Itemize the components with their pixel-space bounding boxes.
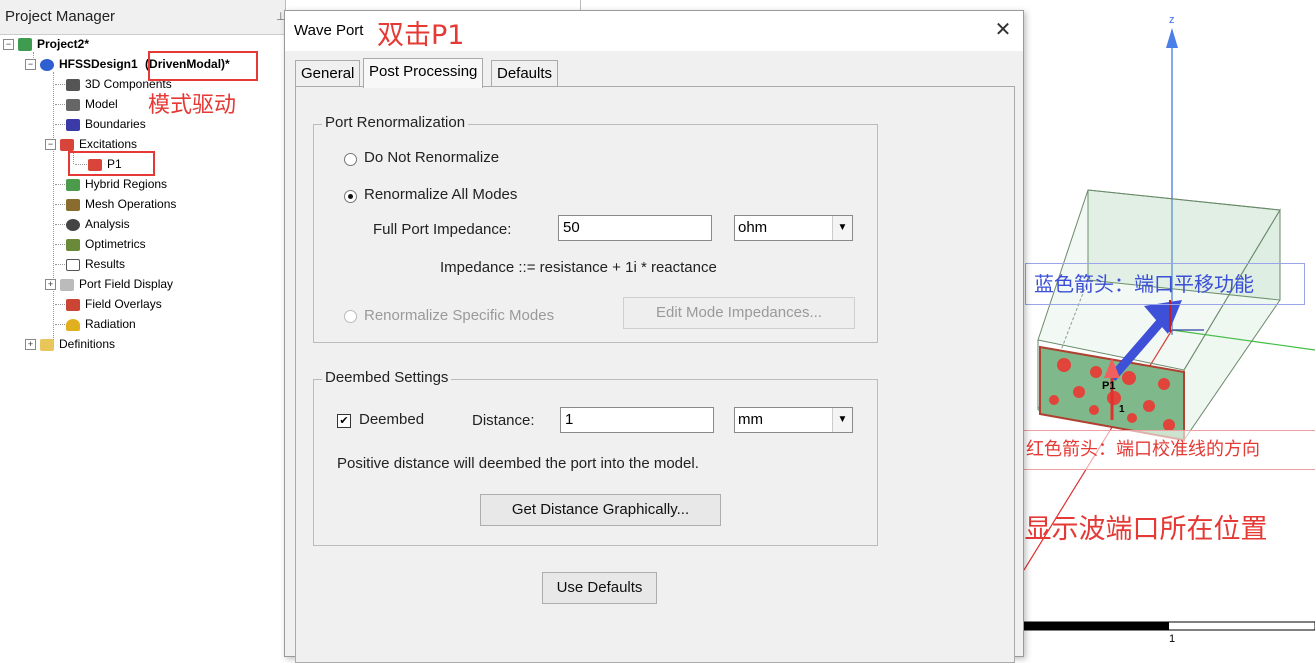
tree-item-analysis[interactable]: Analysis: [66, 214, 130, 234]
distance-unit-select[interactable]: mm ▼: [734, 407, 853, 433]
project-manager-title: Project Manager: [0, 0, 285, 35]
impedance-unit-value: ohm: [738, 219, 768, 236]
dialog-titlebar[interactable]: Wave Port 双击P1 ✕: [285, 11, 1023, 51]
project-manager-panel: Project Manager ⊥ − Project2* − HFSSDesign…: [0, 0, 286, 655]
tree-item-hybrid-regions[interactable]: Hybrid Regions: [66, 174, 167, 194]
edit-mode-impedances-button[interactable]: Edit Mode Impedances...: [623, 297, 855, 329]
tab-post-processing[interactable]: Post Processing: [363, 58, 484, 88]
wave-port-dialog: Wave Port 双击P1 ✕ General Post Processing…: [284, 10, 1024, 663]
z-axis-arrow: [1166, 28, 1178, 48]
collapse-toggle[interactable]: −: [3, 39, 14, 51]
option-renormalize-all-label[interactable]: Renormalize All Modes: [364, 186, 517, 203]
deembed-note: Positive distance will deembed the port …: [337, 455, 699, 472]
port-renormalization-group: Port Renormalization Do Not Renormalize …: [313, 114, 878, 343]
checkmark-icon: ✔: [339, 415, 349, 427]
expand-toggle[interactable]: +: [45, 279, 56, 291]
annotation-driven-mode: 模式驱动: [148, 93, 237, 118]
tree-item-label: Results: [85, 257, 126, 271]
port-field-display-icon: [60, 278, 74, 291]
group-title: Deembed Settings: [322, 369, 452, 386]
chevron-down-icon[interactable]: ▼: [832, 408, 852, 432]
excitations-icon: [60, 138, 74, 151]
tree-item-label: Project2*: [37, 37, 90, 51]
deembed-checkbox[interactable]: ✔: [337, 414, 351, 428]
hfss-design-icon: [40, 58, 54, 71]
highlight-p1: [68, 151, 155, 176]
radio-renormalize-all-modes[interactable]: [344, 190, 357, 203]
collapse-toggle[interactable]: −: [25, 59, 36, 71]
use-defaults-button[interactable]: Use Defaults: [542, 572, 657, 604]
tree-item-label: Boundaries: [85, 117, 146, 131]
tree-item-label: Hybrid Regions: [85, 177, 168, 191]
option-renormalize-specific-label[interactable]: Renormalize Specific Modes: [364, 307, 554, 324]
collapse-toggle[interactable]: −: [45, 139, 56, 151]
tree-item-model[interactable]: Model: [66, 94, 118, 114]
field-overlays-icon: [66, 298, 80, 311]
tree-item-label: Mesh Operations: [85, 197, 177, 211]
project-icon: [18, 38, 32, 52]
impedance-unit-select[interactable]: ohm ▼: [734, 215, 853, 241]
tree-item-label: Definitions: [59, 337, 116, 351]
tab-panel-post-processing: Port Renormalization Do Not Renormalize …: [295, 86, 1015, 663]
deembed-label[interactable]: Deembed: [359, 411, 424, 428]
tree-item-label: Field Overlays: [85, 297, 162, 311]
get-distance-graphically-button[interactable]: Get Distance Graphically...: [480, 494, 721, 526]
tree-item-label: Optimetrics: [85, 237, 146, 251]
group-title: Port Renormalization: [322, 114, 469, 131]
impedance-input[interactable]: 50: [558, 215, 712, 241]
tree-item-label: Excitations: [79, 137, 138, 151]
impedance-formula: Impedance ::= resistance + 1i * reactanc…: [440, 259, 717, 276]
deembed-settings-group: Deembed Settings ✔ Deembed Distance: 1 m…: [313, 369, 878, 546]
z-axis-label: z: [1169, 14, 1175, 26]
model-icon: [66, 98, 80, 111]
expand-toggle[interactable]: +: [25, 339, 36, 351]
tab-defaults[interactable]: Defaults: [491, 60, 559, 87]
dialog-title: Wave Port: [294, 22, 364, 39]
tree-item-definitions[interactable]: + Definitions: [25, 334, 115, 354]
close-icon[interactable]: ✕: [991, 19, 1015, 43]
optimetrics-icon: [66, 238, 80, 251]
radio-renormalize-specific-modes[interactable]: [344, 310, 357, 323]
tree-item-results[interactable]: Results: [66, 254, 125, 274]
tree-item-project2[interactable]: − Project2*: [3, 34, 89, 54]
viewport-canvas: [1024, 28, 1315, 631]
hybrid-regions-icon: [66, 178, 80, 191]
chevron-down-icon[interactable]: ▼: [832, 216, 852, 240]
annotation-blue-arrow: 蓝色箭头：端口平移功能: [1025, 263, 1305, 305]
mesh-operations-icon: [66, 198, 80, 211]
full-port-impedance-label: Full Port Impedance:: [373, 221, 512, 238]
tree-item-port-field-display[interactable]: + Port Field Display: [45, 274, 173, 294]
option-do-not-renormalize-label[interactable]: Do Not Renormalize: [364, 149, 499, 166]
tree-item-radiation[interactable]: Radiation: [66, 314, 136, 334]
scale-label: 1: [1169, 633, 1176, 645]
port-label: P1: [1102, 380, 1116, 392]
radiation-icon: [66, 318, 80, 331]
radio-do-not-renormalize[interactable]: [344, 153, 357, 166]
tree-item-label: Radiation: [85, 317, 136, 331]
3d-components-icon: [66, 78, 80, 91]
distance-label: Distance:: [472, 412, 535, 429]
tab-general[interactable]: General: [295, 60, 361, 87]
boundaries-icon: [66, 118, 80, 131]
tree-item-label: Port Field Display: [79, 277, 174, 291]
distance-unit-value: mm: [738, 411, 763, 428]
results-icon: [66, 258, 80, 271]
tree-item-label: HFSSDesign1: [59, 57, 138, 71]
highlight-driven-modal: [148, 51, 258, 81]
port-number-label: 1: [1119, 404, 1125, 415]
tree-item-field-overlays[interactable]: Field Overlays: [66, 294, 162, 314]
tree-item-mesh-operations[interactable]: Mesh Operations: [66, 194, 176, 214]
tree-item-optimetrics[interactable]: Optimetrics: [66, 234, 146, 254]
annotation-red-arrow: 红色箭头：端口校准线的方向: [1017, 430, 1315, 470]
scale-bar-black: [1024, 622, 1169, 630]
3d-modeler-viewport[interactable]: z P1 1 1: [1024, 0, 1315, 655]
tree-item-label: Model: [85, 97, 118, 111]
distance-input[interactable]: 1: [560, 407, 714, 433]
annotation-double-click: 双击P1: [377, 20, 465, 51]
tree-item-label: Analysis: [85, 217, 130, 231]
tree-item-boundaries[interactable]: Boundaries: [66, 114, 146, 134]
folder-icon: [40, 338, 54, 351]
analysis-icon: [66, 218, 80, 231]
